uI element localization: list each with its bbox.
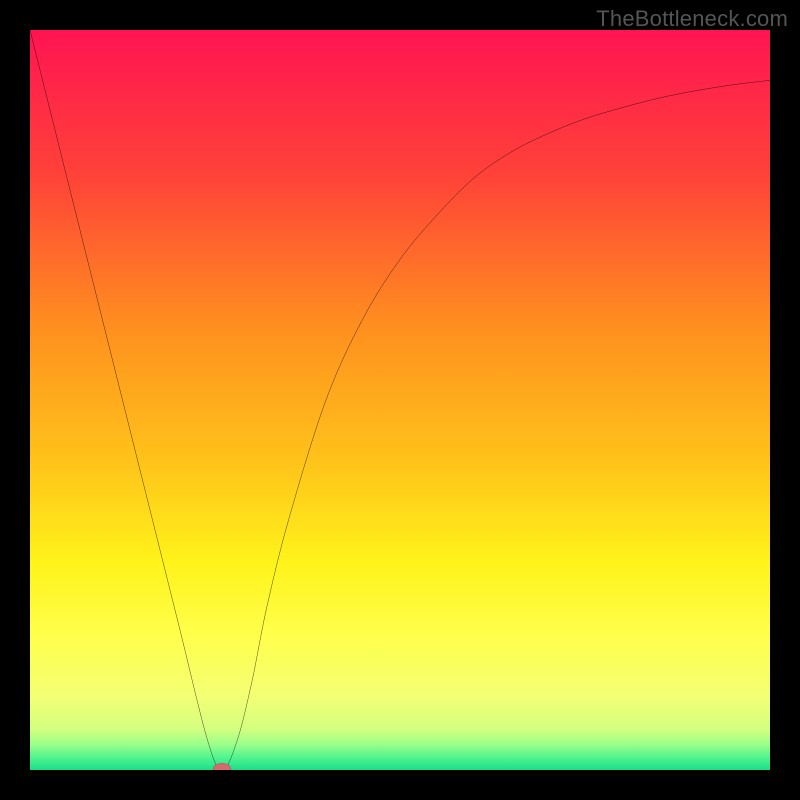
watermark-text: TheBottleneck.com: [596, 6, 788, 32]
chart-frame: TheBottleneck.com: [0, 0, 800, 800]
bottleneck-curve: [30, 30, 770, 770]
minimum-marker-icon: [213, 763, 231, 770]
plot-area: [30, 30, 770, 770]
